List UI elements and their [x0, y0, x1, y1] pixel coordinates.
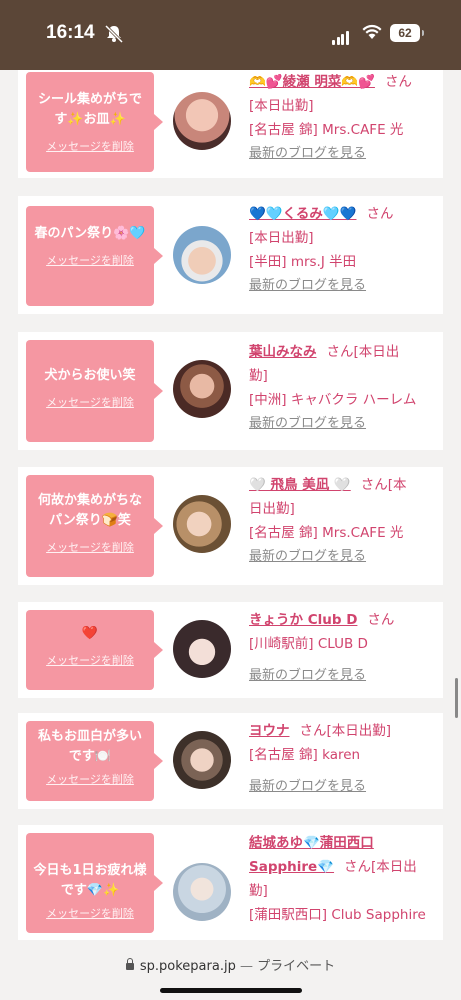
cast-name-link[interactable]: 💙🩵くるみ🩵💙 [249, 206, 356, 222]
honorific: さん[本日出 [326, 344, 400, 360]
shop-name: [名古屋 錦] Mrs.CAFE 光 [249, 122, 404, 138]
avatar[interactable] [173, 226, 231, 284]
delete-message-link[interactable]: メッセージを削除 [26, 652, 154, 668]
shop-name: [中洲] キャバクラ ハーレム [249, 392, 417, 408]
bell-muted-icon [104, 24, 124, 44]
avatar[interactable] [173, 495, 231, 553]
message-text: 春のパン祭り🌸🩵 [34, 226, 146, 241]
favorites-list[interactable]: シール集めがちです✨お皿✨ メッセージを削除 🫶💕綾瀬 明菜🫶💕 さん [本日出勤… [0, 70, 461, 940]
message-text: 私もお皿白が多いです🍽️ [37, 729, 142, 764]
cast-info: 🫶💕綾瀬 明菜🫶💕 さん [本日出勤] [名古屋 錦] Mrs.CAFE 光 最新… [249, 70, 439, 166]
home-indicator[interactable] [160, 988, 302, 993]
delete-message-link[interactable]: メッセージを削除 [26, 252, 154, 268]
work-status: 勤] [249, 883, 268, 899]
honorific: さん [366, 206, 394, 222]
honorific: さん[本日出 [344, 859, 417, 875]
message-bubble: 私もお皿白が多いです🍽️ メッセージを削除 [26, 721, 163, 801]
cast-info: 💙🩵くるみ🩵💙 さん [本日出勤] [半田] mrs.J 半田 最新のブログを見る [249, 202, 439, 298]
wifi-icon [362, 24, 382, 39]
latest-blog-link[interactable]: 最新のブログを見る [249, 412, 439, 436]
message-bubble: 何故か集めがちなパン祭り🍞笑 メッセージを削除 [26, 475, 163, 577]
honorific: さん[本日出勤] [299, 723, 392, 739]
latest-blog-link[interactable]: 最新のブログを見る [249, 545, 439, 569]
delete-message-link[interactable]: メッセージを削除 [26, 394, 154, 410]
message-bubble: ❤️ メッセージを削除 [26, 610, 163, 690]
cast-info: 葉山みなみ さん[本日出 勤] [中洲] キャバクラ ハーレム 最新のブログを見る [249, 340, 439, 436]
list-item: 犬からお使い笑 メッセージを削除 葉山みなみ さん[本日出 勤] [中洲] キャバ… [18, 332, 443, 450]
shop-name: [名古屋 錦] karen [249, 747, 361, 763]
cast-name-link[interactable]: 🫶💕綾瀬 明菜🫶💕 [249, 74, 375, 90]
cast-info: 結城あゆ💎蒲田西口Sapphire💎 さん[本日出 勤] [蒲田駅西口] Club… [249, 831, 439, 927]
status-bar: 16:14 62 [0, 0, 461, 70]
list-item: 私もお皿白が多いです🍽️ メッセージを削除 ヨウナ さん[本日出勤] [名古屋 錦… [18, 713, 443, 809]
url-separator: — [239, 959, 253, 974]
cast-name-link[interactable]: 🤍 飛鳥 美凪 🤍 [249, 477, 351, 493]
latest-blog-link[interactable]: 最新のブログを見る [249, 274, 439, 298]
cast-name-link[interactable]: ヨウナ [249, 723, 290, 739]
honorific: さん[本 [360, 477, 407, 493]
work-status: 勤] [249, 368, 268, 384]
url-label: sp.pokepara.jp [139, 959, 236, 974]
message-bubble: 犬からお使い笑 メッセージを削除 [26, 340, 163, 442]
avatar[interactable] [173, 731, 231, 789]
status-time: 16:14 [46, 22, 95, 43]
list-item: 今日も1日お疲れ様です💎✨ メッセージを削除 結城あゆ💎蒲田西口Sapphire… [18, 825, 443, 940]
message-text: 何故か集めがちなパン祭り🍞笑 [37, 493, 142, 528]
battery-indicator: 62 [390, 24, 424, 42]
cast-info: ヨウナ さん[本日出勤] [名古屋 錦] karen 最新のブログを見る [249, 719, 439, 799]
private-mode-label: プライベート [257, 959, 336, 974]
shop-name: [川崎駅前] CLUB D [249, 636, 368, 652]
cast-name-link[interactable]: 葉山みなみ [249, 344, 317, 360]
address-text[interactable]: sp.pokepara.jp — プライベート [0, 955, 461, 974]
list-item: 春のパン祭り🌸🩵 メッセージを削除 💙🩵くるみ🩵💙 さん [本日出勤] [半田] … [18, 196, 443, 314]
lock-icon [125, 958, 134, 970]
delete-message-link[interactable]: メッセージを削除 [26, 905, 154, 921]
work-status: 日出勤] [249, 501, 295, 517]
message-text: 犬からお使い笑 [44, 368, 136, 383]
message-text: ❤️ [81, 626, 99, 641]
honorific: さん [367, 612, 395, 628]
cast-name-link[interactable]: きょうか Club D [249, 612, 357, 628]
message-text: シール集めがちです✨お皿✨ [37, 92, 142, 127]
avatar[interactable] [173, 620, 231, 678]
message-bubble: シール集めがちです✨お皿✨ メッセージを削除 [26, 72, 163, 172]
scrollbar[interactable] [455, 678, 458, 718]
delete-message-link[interactable]: メッセージを削除 [26, 771, 154, 787]
latest-blog-link[interactable]: 最新のブログを見る [249, 142, 439, 166]
list-item: 何故か集めがちなパン祭り🍞笑 メッセージを削除 🤍 飛鳥 美凪 🤍 さん[本 日出… [18, 467, 443, 585]
cast-info: きょうか Club D さん [川崎駅前] CLUB D 最新のブログを見る [249, 608, 439, 688]
list-item: ❤️ メッセージを削除 きょうか Club D さん [川崎駅前] CLUB D … [18, 602, 443, 698]
message-bubble: 春のパン祭り🌸🩵 メッセージを削除 [26, 206, 163, 306]
shop-name: [名古屋 錦] Mrs.CAFE 光 [249, 525, 404, 541]
honorific: さん [384, 74, 412, 90]
avatar[interactable] [173, 360, 231, 418]
shop-name: [蒲田駅西口] Club Sapphire [249, 907, 426, 923]
delete-message-link[interactable]: メッセージを削除 [26, 138, 154, 154]
shop-name: [半田] mrs.J 半田 [249, 254, 357, 270]
cast-info: 🤍 飛鳥 美凪 🤍 さん[本 日出勤] [名古屋 錦] Mrs.CAFE 光 最新… [249, 473, 439, 569]
latest-blog-link[interactable]: 最新のブログを見る [249, 664, 439, 688]
signal-icon [332, 26, 350, 45]
delete-message-link[interactable]: メッセージを削除 [26, 539, 154, 555]
work-status: [本日出勤] [249, 98, 314, 114]
latest-blog-link[interactable]: 最新のブログを見る [249, 775, 439, 799]
browser-address-bar[interactable]: sp.pokepara.jp — プライベート [0, 940, 461, 1000]
message-bubble: 今日も1日お疲れ様です💎✨ メッセージを削除 [26, 833, 163, 933]
avatar[interactable] [173, 863, 231, 921]
avatar[interactable] [173, 92, 231, 150]
work-status: [本日出勤] [249, 230, 314, 246]
message-text: 今日も1日お疲れ様です💎✨ [33, 863, 147, 898]
list-item: シール集めがちです✨お皿✨ メッセージを削除 🫶💕綾瀬 明菜🫶💕 さん [本日出勤… [18, 70, 443, 178]
